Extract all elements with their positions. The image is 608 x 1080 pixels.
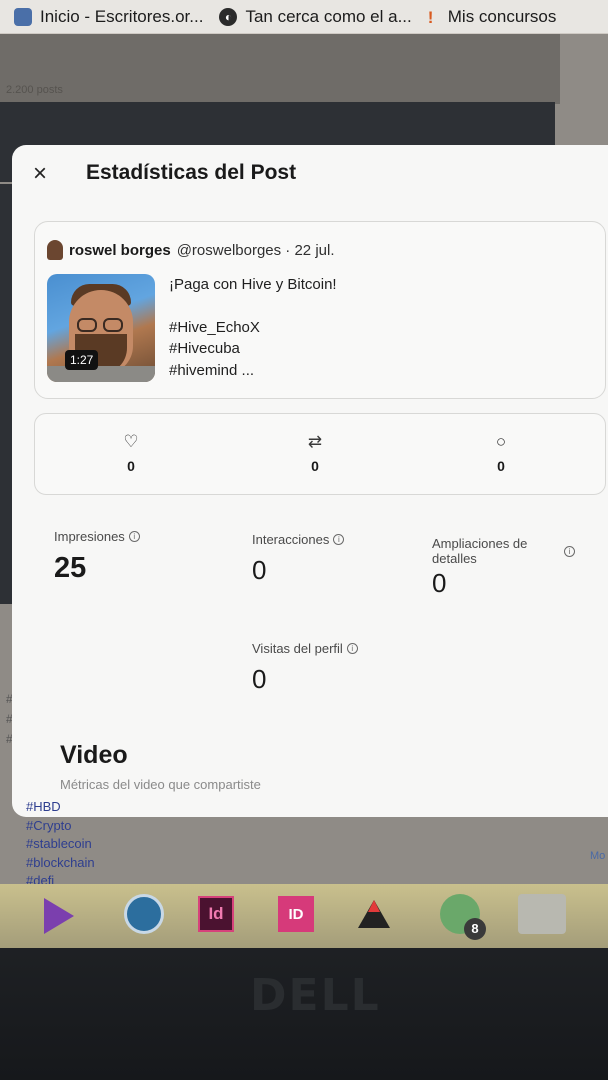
replies-metric: ○ 0	[481, 432, 521, 474]
expansions-label: Ampliaciones de detalles	[432, 536, 582, 566]
underlying-hashtag-list: #HBD #Crypto #stablecoin #blockchain #de…	[26, 798, 95, 891]
profile-visits-value: 0	[252, 664, 267, 694]
expansions-label-text: detalles	[432, 551, 477, 566]
browser-tab-concursos[interactable]: ! Mis concursos	[428, 7, 557, 27]
reposts-count: 0	[311, 458, 319, 474]
modal-title: Estadísticas del Post	[86, 161, 297, 184]
interactions-label-text: Interacciones	[252, 532, 330, 547]
browser-tab-inicio[interactable]: Inicio - Escritores.or...	[14, 7, 203, 27]
repost-icon: ⇄	[307, 432, 323, 451]
info-icon[interactable]: i	[333, 534, 345, 545]
tab-label: Mis concursos	[447, 6, 557, 26]
underlying-side-link[interactable]: Mo	[590, 850, 605, 862]
reply-bubble-icon: ○	[495, 432, 507, 451]
list-item[interactable]: #blockchain	[26, 854, 95, 873]
whatsapp-icon[interactable]: 8	[440, 894, 486, 940]
impressions-label-text: Impresiones	[54, 529, 125, 544]
video-duration-badge: 1:27	[65, 350, 99, 370]
underlying-header	[0, 34, 560, 104]
video-section-subtitle: Métricas del video que compartiste	[60, 777, 261, 792]
video-section-title: Video	[60, 741, 128, 769]
info-icon[interactable]: i	[128, 531, 140, 542]
interactions-label: Interacciones i	[252, 532, 345, 547]
reposts-metric: ⇄ 0	[295, 432, 335, 474]
impressions-metric: Impresiones i 25	[54, 529, 140, 585]
author-row: roswel borges @roswelborges · 22 jul.	[47, 240, 335, 260]
alert-favicon-icon: !	[427, 7, 434, 27]
steam-icon[interactable]	[124, 894, 164, 934]
indesign-icon[interactable]: Id	[198, 896, 234, 932]
arrows-app-icon[interactable]	[354, 894, 394, 934]
heart-icon: ♡	[123, 432, 139, 451]
media-player-icon[interactable]	[44, 898, 74, 934]
modal-header: × Estadísticas del Post	[12, 145, 608, 205]
impressions-value: 25	[54, 552, 87, 584]
thumbnail-glasses	[77, 318, 97, 332]
profile-visits-label: Visitas del perfil i	[252, 641, 358, 656]
notification-badge: 8	[464, 918, 486, 940]
author-handle-date: @roswelborges · 22 jul.	[176, 241, 335, 259]
info-icon[interactable]: i	[564, 546, 575, 557]
post-hashtag: #Hivecuba	[169, 340, 240, 357]
expansions-label-text: Ampliaciones de	[432, 536, 528, 551]
close-icon[interactable]: ×	[28, 162, 52, 186]
likes-count: 0	[127, 458, 135, 474]
tab-label: Inicio - Escritores.or...	[40, 6, 204, 26]
post-hashtag: #Hive_EchoX	[169, 318, 260, 336]
thumbnail-shirt	[47, 366, 155, 382]
profile-visits-metric: Visitas del perfil i 0	[252, 641, 358, 695]
video-thumbnail[interactable]: 1:27	[47, 274, 155, 382]
tab-label: Tan cerca como el a...	[245, 6, 412, 26]
monitor-brand-logo: DELL	[250, 970, 381, 1021]
post-text-line: ¡Paga con Hive y Bitcoin!	[169, 276, 337, 293]
taskbar: Id ID 8	[0, 884, 608, 948]
site-favicon-icon	[14, 7, 32, 26]
author-name: roswel borges	[69, 241, 171, 259]
engagement-card: ♡ 0 ⇄ 0 ○ 0	[34, 413, 606, 495]
globe-favicon-icon: ◐	[219, 7, 238, 26]
browser-tab-strip: Inicio - Escritores.or... ◐ Tan cerca co…	[0, 0, 608, 34]
underlying-posts-count: 2.200 posts	[6, 84, 63, 96]
post-text: ¡Paga con Hive y Bitcoin! #Hive_EchoX #H…	[169, 274, 337, 381]
post-stats-modal: × Estadísticas del Post roswel borges @r…	[12, 145, 608, 817]
incopy-icon[interactable]: ID	[278, 896, 314, 932]
likes-metric: ♡ 0	[111, 432, 151, 474]
list-item[interactable]: #Crypto	[26, 817, 95, 836]
thumbnail-glasses	[103, 318, 123, 332]
expansions-metric: Ampliaciones de detalles i 0	[432, 536, 582, 599]
list-item[interactable]: #HBD	[26, 798, 95, 817]
interactions-metric: Interacciones i 0	[252, 532, 345, 586]
list-item[interactable]: #stablecoin	[26, 835, 95, 854]
profile-visits-label-text: Visitas del perfil	[252, 641, 343, 656]
info-icon[interactable]: i	[346, 643, 358, 654]
interactions-value: 0	[252, 555, 267, 585]
replies-count: 0	[497, 458, 505, 474]
post-hashtag: #hivemind ...	[169, 361, 255, 379]
expansions-value: 0	[432, 568, 447, 598]
browser-tab-tan-cerca[interactable]: ◐ Tan cerca como el a...	[219, 6, 412, 27]
avatar	[47, 240, 63, 260]
post-preview-card[interactable]: roswel borges @roswelborges · 22 jul. 1:…	[34, 221, 606, 399]
impressions-label: Impresiones i	[54, 529, 140, 544]
app-window-icon[interactable]	[518, 894, 566, 934]
